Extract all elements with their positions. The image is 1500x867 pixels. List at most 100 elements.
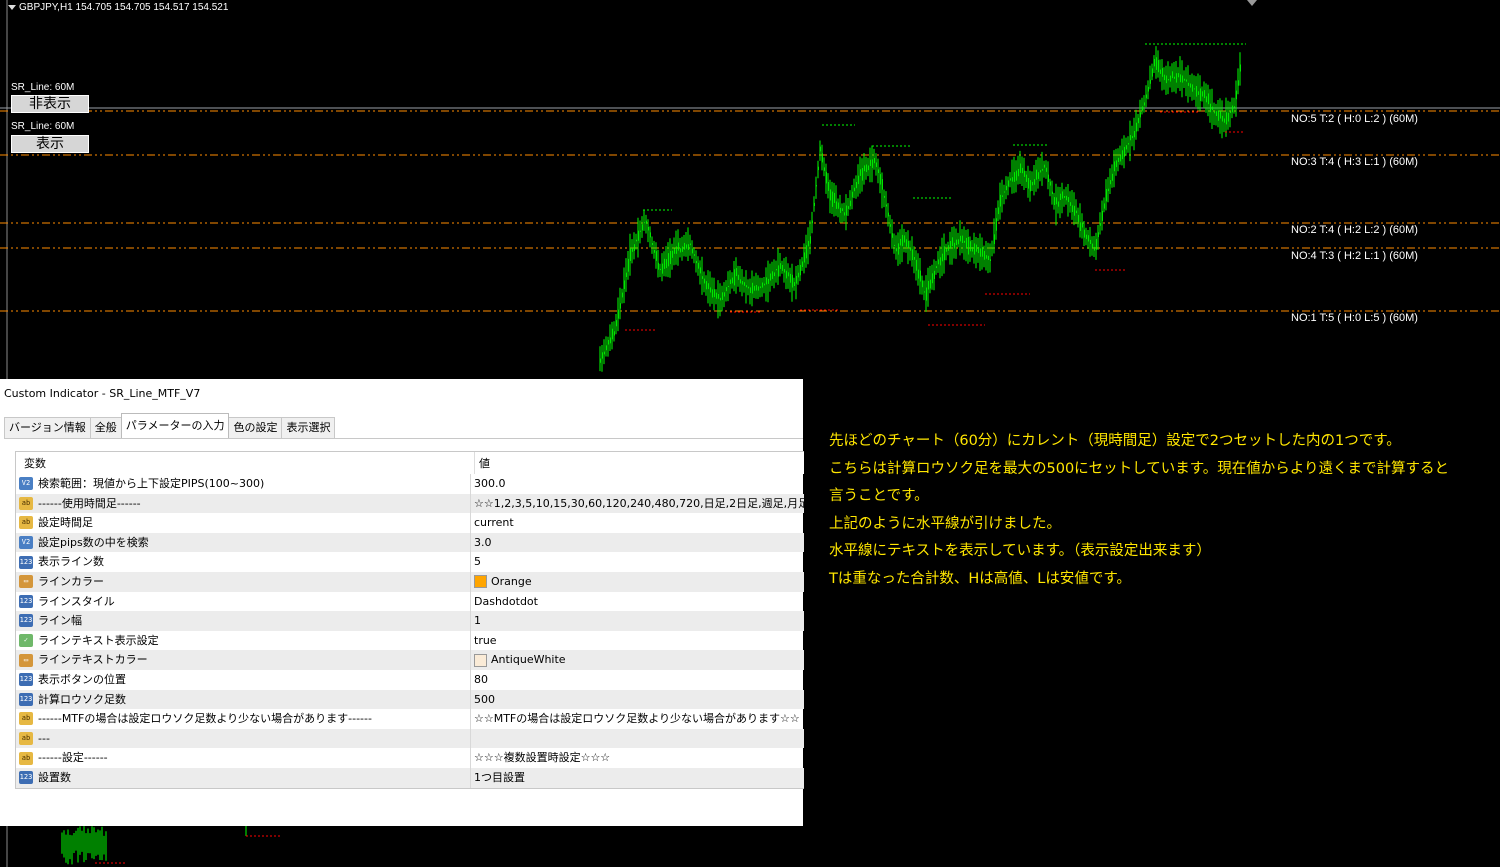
candle-body: [1149, 79, 1151, 84]
table-row[interactable]: ab ------設定------ ☆☆☆複数設置時設定☆☆☆: [16, 748, 804, 768]
candle-body: [1017, 169, 1019, 177]
candle-body: [1135, 122, 1137, 132]
param-value-cell[interactable]: ☆☆MTFの場合は設定ロウソク足数より少ない場合があります☆☆: [471, 709, 804, 729]
candle-body: [663, 258, 665, 269]
candle-body: [1039, 170, 1041, 173]
table-row[interactable]: ab ------MTFの場合は設定ロウソク足数より少ない場合があります-----…: [16, 709, 804, 729]
candle-body: [871, 159, 873, 168]
column-header-value[interactable]: 値: [475, 452, 490, 474]
table-row[interactable]: ▭ ラインテキストカラー AntiqueWhite: [16, 650, 804, 670]
candle-body: [1025, 174, 1027, 182]
param-value-cell[interactable]: 500: [471, 690, 804, 710]
table-row[interactable]: 123 ラインスタイル Dashdotdot: [16, 591, 804, 612]
candle-body: [667, 253, 669, 267]
param-value: 80: [474, 672, 488, 686]
candle-body: [951, 237, 953, 246]
param-value-cell[interactable]: 300.0: [471, 474, 804, 494]
integer-param-icon: 123: [19, 614, 33, 628]
param-value-cell[interactable]: true: [471, 631, 804, 651]
candle-body: [985, 255, 987, 259]
candle-body: [1195, 86, 1197, 97]
candle-body: [823, 167, 825, 171]
candle-body: [805, 245, 807, 259]
candle-body: [1163, 74, 1165, 81]
param-value-cell[interactable]: ☆☆1,2,3,5,10,15,30,60,120,240,480,720,日足…: [471, 494, 804, 514]
param-value-cell[interactable]: current: [471, 513, 804, 533]
param-value-cell[interactable]: 3.0: [471, 533, 804, 553]
hide-button[interactable]: 非表示: [11, 95, 89, 113]
table-row[interactable]: 123 表示ライン数 5: [16, 552, 804, 572]
table-row[interactable]: V2 検索範囲：現値から上下設定PIPS(100~300) 300.0: [16, 474, 804, 494]
dropdown-triangle-icon[interactable]: [8, 4, 16, 10]
table-row[interactable]: ▭ ラインカラー Orange: [16, 571, 804, 592]
table-row[interactable]: 123 ライン幅 1: [16, 611, 804, 631]
table-row[interactable]: ✓ ラインテキスト表示設定 true: [16, 630, 804, 651]
table-row[interactable]: ab ------使用時間足------ ☆☆1,2,3,5,10,15,30,60…: [16, 493, 804, 514]
candle-body: [687, 244, 689, 250]
candle-body: [813, 202, 815, 206]
show-button[interactable]: 表示: [11, 135, 89, 153]
param-name: 設置数: [38, 770, 71, 784]
table-row[interactable]: V2 設定pips数の中を検索 3.0: [16, 532, 804, 553]
candle-body: [1101, 210, 1103, 221]
table-row[interactable]: ab 設定時間足 current: [16, 513, 804, 533]
candle-body: [611, 328, 613, 340]
param-value-cell[interactable]: 5: [471, 552, 804, 572]
candle-body: [853, 187, 855, 192]
candle-body: [1151, 68, 1153, 77]
param-value-cell[interactable]: 1つ目設置: [471, 768, 804, 788]
candle-body: [801, 261, 803, 267]
chart-shift-marker-icon[interactable]: [1247, 0, 1257, 6]
candle-body: [1067, 197, 1069, 203]
candle-body: [979, 248, 981, 257]
candle-body: [1019, 163, 1021, 173]
param-value-cell[interactable]: 1: [471, 611, 804, 631]
candle-body: [1213, 111, 1215, 114]
tab-visualization[interactable]: 表示選択: [281, 417, 336, 438]
candle-body: [681, 246, 683, 252]
param-value-cell[interactable]: Dashdotdot: [471, 592, 804, 612]
candle-body: [845, 205, 847, 216]
table-row[interactable]: ab ---: [16, 728, 804, 749]
candle-body: [1153, 59, 1155, 67]
tab-parameters[interactable]: パラメーターの入力: [120, 413, 230, 438]
string-param-icon: ab: [19, 751, 33, 765]
table-row[interactable]: 123 計算ロウソク足数 500: [16, 689, 804, 710]
candle-body: [751, 282, 753, 294]
candle-body: [847, 206, 849, 209]
table-row[interactable]: 123 設置数 1つ目設置: [16, 767, 804, 788]
column-header-variable[interactable]: 変数: [16, 452, 475, 474]
tab-general[interactable]: 全般: [89, 417, 122, 438]
candle-body: [1211, 106, 1213, 110]
param-name: 計算ロウソク足数: [38, 692, 126, 706]
param-value-cell[interactable]: [471, 729, 804, 749]
candle-body: [841, 208, 843, 211]
param-value-cell[interactable]: AntiqueWhite: [471, 650, 804, 670]
candle-body: [1205, 96, 1207, 103]
candle-body: [1117, 157, 1119, 162]
table-row[interactable]: 123 表示ボタンの位置 80: [16, 669, 804, 690]
candle-body: [963, 240, 965, 243]
candle-body: [1015, 170, 1017, 181]
param-name: ------MTFの場合は設定ロウソク足数より少ない場合があります------: [38, 712, 372, 726]
param-value-cell[interactable]: 80: [471, 670, 804, 690]
string-param-icon: ab: [19, 496, 33, 510]
candle-body: [783, 269, 785, 273]
tab-version-info[interactable]: バージョン情報: [4, 417, 91, 438]
candle-body: [625, 272, 627, 277]
candle-body: [1139, 112, 1141, 118]
note-line: 先ほどのチャート（60分）にカレント（現時間足）設定で2つセットした内の1つです…: [829, 433, 1401, 449]
candle-body: [1111, 173, 1113, 181]
candle-body: [903, 235, 905, 243]
candle-body: [981, 247, 983, 257]
param-value-cell[interactable]: Orange: [471, 572, 804, 592]
candle-body: [861, 168, 863, 181]
candle-body: [789, 273, 791, 283]
candle-body: [827, 182, 829, 191]
candle-body: [867, 165, 869, 171]
param-value-cell[interactable]: ☆☆☆複数設置時設定☆☆☆: [471, 748, 804, 768]
candle-body: [675, 246, 677, 254]
param-name: ラインスタイル: [38, 594, 115, 608]
candle-body: [621, 292, 623, 298]
tab-colors[interactable]: 色の設定: [228, 417, 283, 438]
